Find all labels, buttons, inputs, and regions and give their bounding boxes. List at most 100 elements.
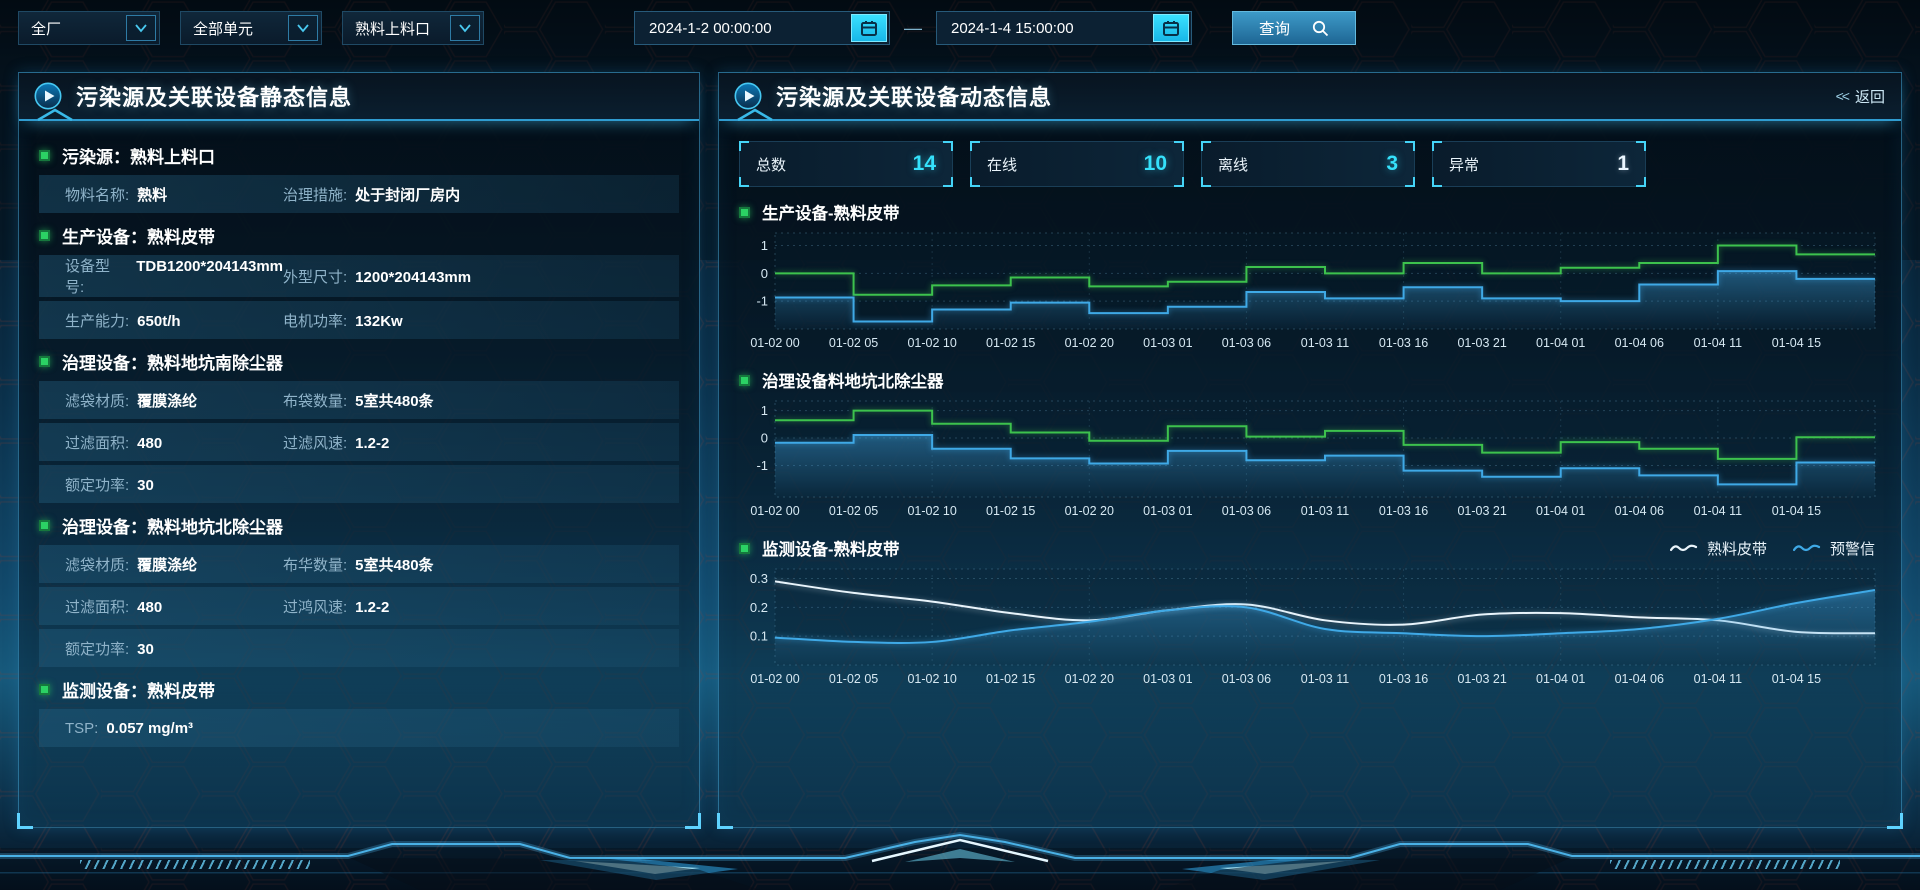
info-row: 滤袋材质:覆膜涤纶布华数量:5室共480条	[39, 545, 679, 583]
corner-bracket-icon	[739, 141, 749, 151]
date-from-input[interactable]: 2024-1-2 00:00:00	[634, 11, 890, 45]
dynamic-info-body: 总数14在线10离线3异常1 生产设备-熟料皮带10-101-02 0001-0…	[719, 121, 1901, 691]
x-axis-tick-label: 01-04 11	[1694, 672, 1742, 686]
x-axis-tick-label: 01-03 21	[1457, 504, 1506, 518]
x-axis-tick-label: 01-03 11	[1301, 504, 1349, 518]
x-axis-tick-label: 01-03 01	[1143, 336, 1192, 350]
back-button[interactable]: << 返回	[1836, 86, 1885, 107]
date-to-input[interactable]: 2024-1-4 15:00:00	[936, 11, 1192, 45]
info-cell: 滤袋材质:覆膜涤纶	[65, 390, 283, 411]
chart-block: 监测设备-熟料皮带熟料皮带预警信0.30.20.101-02 0001-02 0…	[739, 533, 1881, 691]
x-axis-tick-label: 01-02 00	[750, 672, 799, 686]
corner-bracket-icon	[970, 177, 980, 187]
info-value: 1200*204143mm	[355, 269, 471, 286]
corner-bracket-icon	[1636, 141, 1646, 151]
corner-bracket-icon	[943, 141, 953, 151]
section-header: 污染源：熟料上料口	[39, 143, 679, 168]
query-button[interactable]: 查询	[1232, 11, 1356, 45]
x-axis-tick-label: 01-03 01	[1143, 672, 1192, 686]
query-button-label: 查询	[1259, 17, 1290, 39]
stat-label: 异常	[1449, 154, 1479, 175]
dynamic-info-header: 污染源及关联设备动态信息 << 返回	[719, 73, 1901, 121]
info-label: 过滤风速:	[283, 432, 347, 453]
info-cell: 治理措施:处于封闭厂房内	[283, 184, 460, 205]
header-chevron-decoration	[35, 108, 75, 121]
chart-title-row: 监测设备-熟料皮带熟料皮带预警信	[739, 533, 1881, 563]
x-axis-tick-label: 01-02 05	[829, 672, 878, 686]
play-icon	[733, 81, 763, 111]
date-range-separator: —	[904, 18, 922, 39]
green-square-bullet-icon	[39, 230, 50, 241]
corner-bracket-icon	[1201, 177, 1211, 187]
info-cell: 额定功率:30	[65, 638, 283, 659]
stat-label: 在线	[987, 154, 1017, 175]
x-axis-tick-label: 01-02 00	[750, 504, 799, 518]
stat-value: 10	[1144, 152, 1167, 176]
stat-value: 1	[1617, 152, 1629, 176]
info-value: 480	[137, 435, 162, 452]
info-value: 132Kw	[355, 313, 403, 330]
legend-item[interactable]: 熟料皮带	[1670, 538, 1767, 559]
x-axis-tick-label: 01-04 06	[1615, 336, 1664, 350]
x-axis-tick-label: 01-03 11	[1301, 336, 1349, 350]
x-axis-tick-label: 01-03 06	[1222, 336, 1271, 350]
device-stats-row: 总数14 在线 10 离线3 异常 1	[739, 141, 1881, 187]
x-axis-tick-label: 01-02 15	[986, 504, 1035, 518]
section-header: 治理设备：熟料地坑南除尘器	[39, 349, 679, 374]
y-axis-tick-label: -1	[756, 458, 768, 473]
panel-corner-bracket	[717, 813, 733, 829]
unit-select[interactable]: 全部单元	[180, 11, 322, 45]
info-value: 覆膜涤纶	[137, 390, 197, 411]
x-axis-tick-label: 01-02 05	[829, 336, 878, 350]
corner-bracket-icon	[1432, 177, 1442, 187]
section-header: 监测设备：熟料皮带	[39, 677, 679, 702]
x-axis-tick-label: 01-03 21	[1457, 672, 1506, 686]
info-row: 滤袋材质:覆膜涤纶布袋数量:5室共480条	[39, 381, 679, 419]
stat-card: 离线3	[1201, 141, 1415, 187]
info-label: 生产能力:	[65, 310, 129, 331]
stat-card: 总数14	[739, 141, 953, 187]
section-header-label: 污染源：熟料上料口	[62, 143, 215, 168]
legend-item[interactable]: 预警信	[1793, 538, 1875, 559]
info-cell: 过滤面积:480	[65, 432, 283, 453]
hatch-stripes-left	[80, 860, 310, 869]
x-axis-tick-label: 01-02 05	[829, 504, 878, 518]
hatch-stripes-right	[1610, 860, 1840, 869]
corner-bracket-icon	[739, 177, 749, 187]
info-cell: 过鸿风速:1.2-2	[283, 596, 389, 617]
stat-label: 离线	[1218, 154, 1248, 175]
source-select[interactable]: 熟料上料口	[342, 11, 484, 45]
corner-bracket-icon	[1201, 141, 1211, 151]
green-square-bullet-icon	[739, 543, 750, 554]
chart-title: 治理设备料地坑北除尘器	[762, 368, 944, 392]
x-axis-tick-label: 01-04 11	[1694, 336, 1742, 350]
green-square-bullet-icon	[39, 150, 50, 161]
calendar-icon[interactable]	[1153, 14, 1189, 42]
info-value: TDB1200*204143mm	[136, 258, 283, 275]
info-value: 0.057 mg/m³	[106, 720, 193, 737]
panel-corner-bracket	[17, 813, 33, 829]
info-row: 设备型号:TDB1200*204143mm外型尺寸:1200*204143mm	[39, 255, 679, 297]
info-row: 物料名称:熟料治理措施:处于封闭厂房内	[39, 175, 679, 213]
x-axis-tick-label: 01-04 15	[1772, 504, 1821, 518]
x-axis-tick-label: 01-04 01	[1536, 336, 1585, 350]
static-info-panel: 污染源及关联设备静态信息 污染源：熟料上料口物料名称:熟料治理措施:处于封闭厂房…	[18, 72, 700, 828]
info-label: 治理措施:	[283, 184, 347, 205]
corner-bracket-icon	[1432, 141, 1442, 151]
corner-bracket-icon	[1174, 141, 1184, 151]
info-cell: 滤袋材质:覆膜涤纶	[65, 554, 283, 575]
info-cell: 外型尺寸:1200*204143mm	[283, 266, 471, 287]
calendar-icon[interactable]	[851, 14, 887, 42]
x-axis-tick-label: 01-04 06	[1615, 672, 1664, 686]
info-label: 过鸿风速:	[283, 596, 347, 617]
chart-title-row: 生产设备-熟料皮带	[739, 197, 1881, 227]
plant-select[interactable]: 全厂	[18, 11, 160, 45]
info-cell: 物料名称:熟料	[65, 184, 283, 205]
chart-block: 治理设备料地坑北除尘器10-101-02 0001-02 0501-02 100…	[739, 365, 1881, 523]
y-axis-tick-label: 0	[761, 266, 768, 281]
stat-value: 14	[913, 152, 936, 176]
x-axis-tick-label: 01-03 16	[1379, 504, 1428, 518]
info-value: 30	[137, 641, 154, 658]
stat-card: 异常 1	[1432, 141, 1646, 187]
static-info-header: 污染源及关联设备静态信息	[19, 73, 699, 121]
